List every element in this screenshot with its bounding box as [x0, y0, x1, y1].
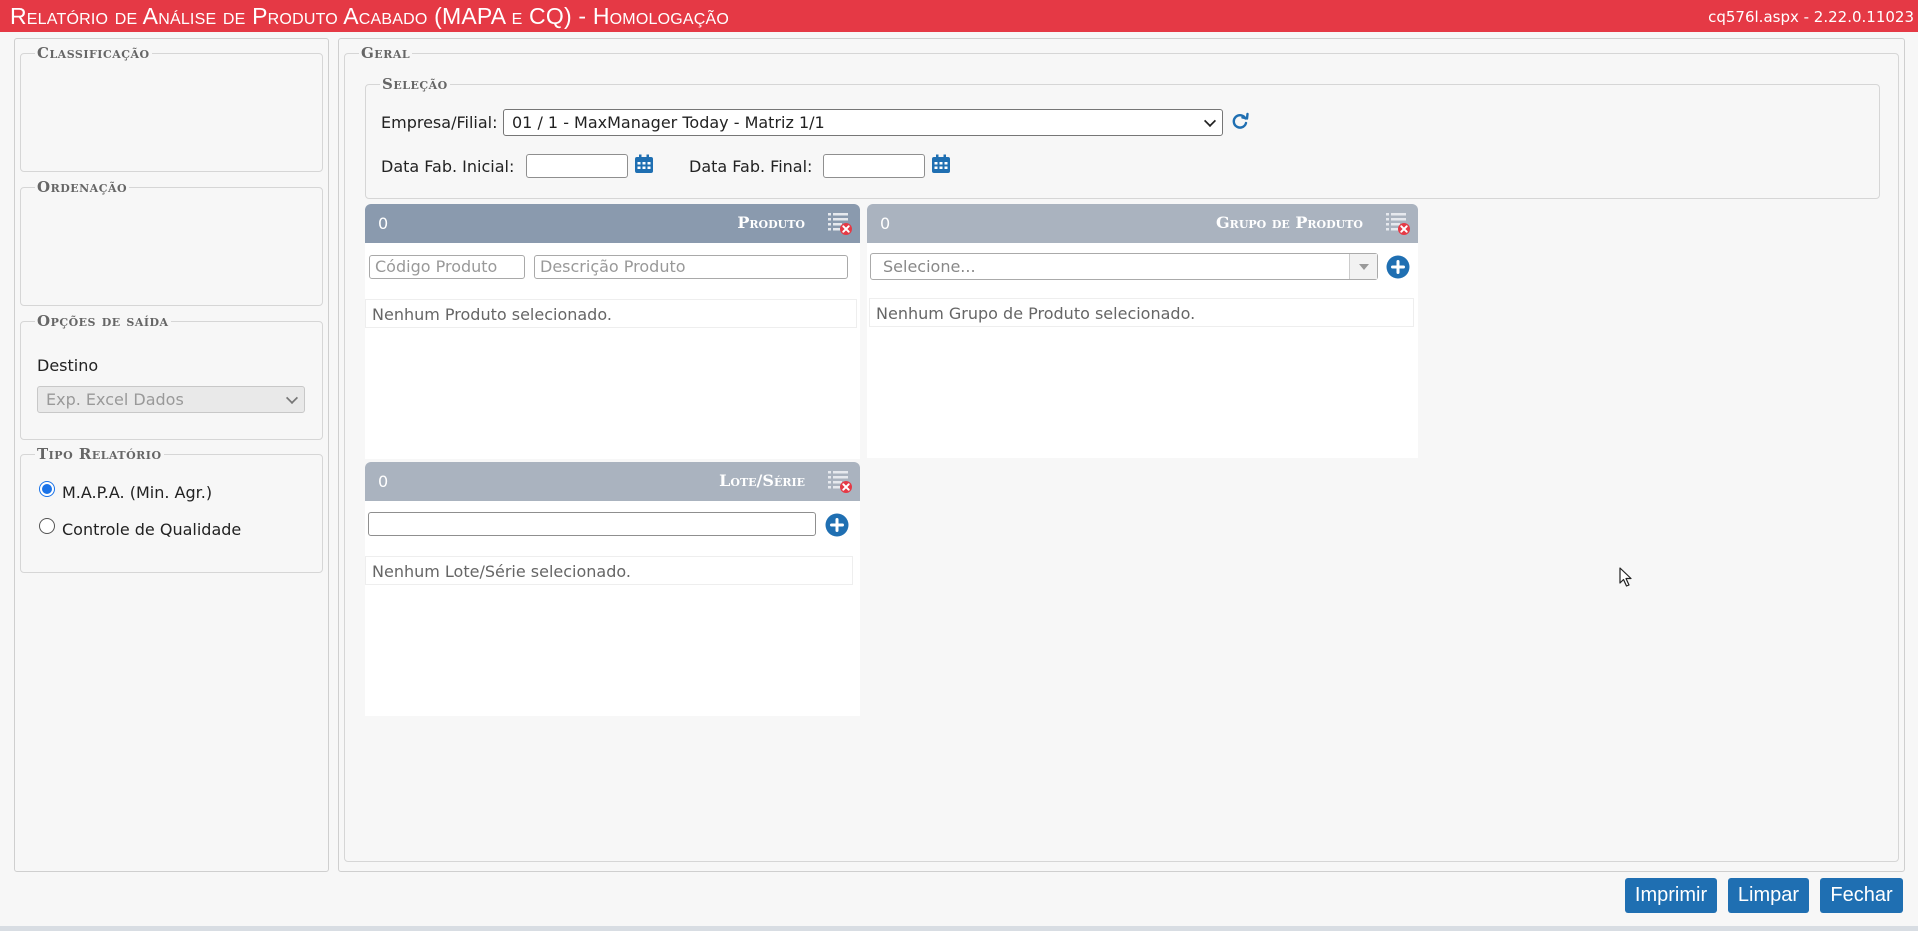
ordenacao-group: Ordenação	[20, 178, 323, 306]
page-title: Relatório de Análise de Produto Acabado …	[10, 3, 730, 29]
grupo-panel-header: 0 Grupo de Produto	[867, 204, 1418, 243]
lote-empty-message: Nenhum Lote/Série selecionado.	[365, 556, 853, 585]
calendar-icon[interactable]	[634, 154, 654, 174]
lote-count: 0	[378, 472, 389, 491]
descricao-produto-input[interactable]: Descrição Produto	[534, 255, 848, 279]
radio-mapa[interactable]	[39, 481, 55, 497]
tipo-relatorio-legend: Tipo Relatório	[37, 445, 162, 463]
geral-legend: Geral	[361, 44, 411, 62]
version-label: cq576l.aspx - 2.22.0.11023	[1708, 8, 1914, 26]
destino-select[interactable]: Exp. Excel Dados	[37, 386, 305, 413]
data-inicial-label: Data Fab. Inicial:	[381, 157, 515, 176]
lote-input[interactable]	[368, 512, 816, 536]
limpar-button[interactable]: Limpar	[1728, 878, 1809, 913]
empresa-value: 01 / 1 - MaxManager Today - Matriz 1/1	[512, 113, 825, 132]
add-lote-icon[interactable]	[825, 513, 849, 537]
calendar-icon[interactable]	[931, 154, 951, 174]
classificacao-legend: Classificação	[37, 44, 150, 62]
lote-panel-header: 0 Lote/Série	[365, 462, 860, 501]
data-final-input[interactable]	[823, 154, 925, 178]
chevron-down-icon	[1349, 254, 1377, 279]
tipo-relatorio-group: Tipo Relatório	[20, 445, 323, 573]
grupo-select[interactable]: Selecione...	[870, 253, 1378, 280]
refresh-icon[interactable]	[1230, 111, 1250, 131]
title-bar: Relatório de Análise de Produto Acabado …	[0, 0, 1918, 32]
fechar-button[interactable]: Fechar	[1820, 878, 1903, 913]
radio-controle-qualidade[interactable]	[39, 518, 55, 534]
ordenacao-legend: Ordenação	[37, 178, 128, 196]
codigo-produto-input[interactable]: Código Produto	[369, 255, 525, 279]
produto-count: 0	[378, 214, 389, 233]
imprimir-button[interactable]: Imprimir	[1625, 878, 1717, 913]
grupo-count: 0	[880, 214, 891, 233]
produto-title: Produto	[737, 213, 805, 232]
clear-list-icon[interactable]	[1385, 210, 1411, 236]
opcoes-saida-legend: Opções de saída	[37, 312, 169, 330]
selecao-group: Seleção	[365, 75, 1880, 199]
destino-value: Exp. Excel Dados	[46, 390, 184, 409]
clear-list-icon[interactable]	[827, 210, 853, 236]
mouse-cursor-icon	[1619, 567, 1632, 587]
grupo-empty-message: Nenhum Grupo de Produto selecionado.	[869, 298, 1414, 327]
produto-empty-message: Nenhum Produto selecionado.	[365, 299, 857, 328]
add-grupo-icon[interactable]	[1386, 255, 1410, 279]
empresa-select[interactable]: 01 / 1 - MaxManager Today - Matriz 1/1	[503, 109, 1223, 136]
radio-mapa-label[interactable]: M.A.P.A. (Min. Agr.)	[62, 483, 212, 502]
grupo-title: Grupo de Produto	[1216, 213, 1363, 232]
opcoes-saida-group: Opções de saída	[20, 312, 323, 440]
classificacao-group: Classificação	[20, 44, 323, 172]
chevron-down-icon	[1203, 114, 1217, 128]
lote-title: Lote/Série	[719, 471, 805, 490]
radio-controle-qualidade-label[interactable]: Controle de Qualidade	[62, 520, 241, 539]
empresa-label: Empresa/Filial:	[381, 113, 498, 132]
data-inicial-input[interactable]	[526, 154, 628, 178]
bottom-bar	[0, 926, 1918, 931]
destino-label: Destino	[37, 356, 99, 375]
data-final-label: Data Fab. Final:	[689, 157, 813, 176]
grupo-select-placeholder: Selecione...	[883, 257, 976, 276]
chevron-down-icon	[285, 391, 299, 405]
produto-panel-header: 0 Produto	[365, 204, 860, 243]
clear-list-icon[interactable]	[827, 468, 853, 494]
selecao-legend: Seleção	[382, 75, 448, 93]
